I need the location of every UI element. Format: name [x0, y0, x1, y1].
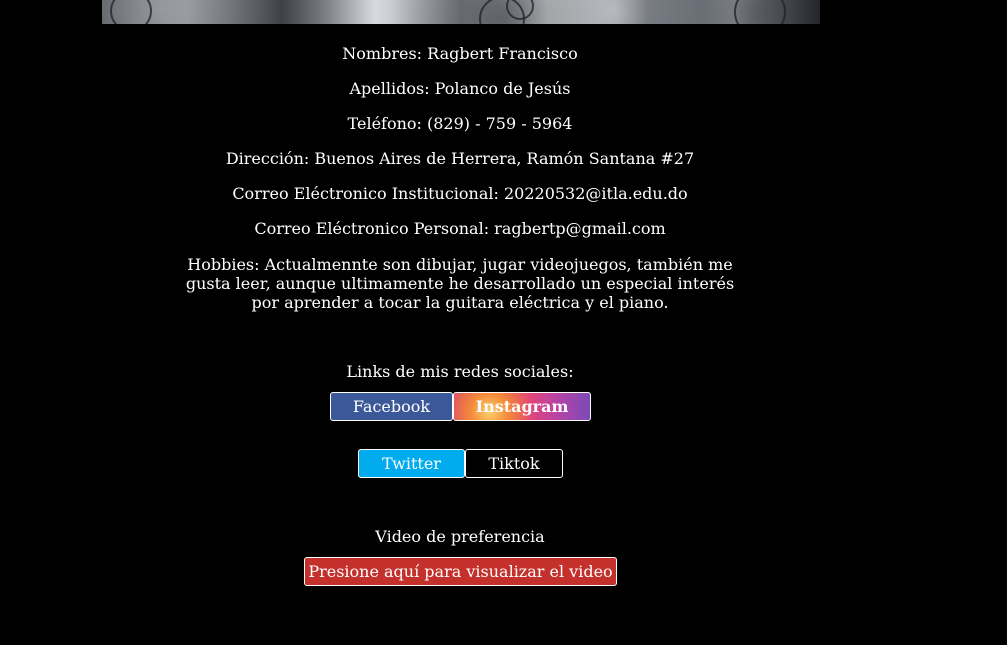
header-image-detail [110, 0, 152, 24]
facebook-button[interactable]: Facebook [330, 392, 453, 421]
tiktok-button[interactable]: Tiktok [465, 449, 563, 478]
hobbies-text: Hobbies: Actualmennte son dibujar, jugar… [185, 255, 735, 312]
video-title: Video de preferencia [375, 527, 545, 546]
nombres-text: Nombres: Ragbert Francisco [342, 44, 578, 63]
apellidos-text: Apellidos: Polanco de Jesús [349, 79, 571, 98]
header-image-shading [102, 0, 820, 24]
twitter-button[interactable]: Twitter [358, 449, 465, 478]
profile-page: Nombres: Ragbert Francisco Apellidos: Po… [0, 0, 1007, 645]
telefono-text: Teléfono: (829) - 759 - 5964 [347, 114, 573, 133]
correo-personal-text: Correo Eléctronico Personal: ragbertp@gm… [254, 219, 666, 238]
social-links-title: Links de mis redes sociales: [346, 362, 574, 381]
header-image [102, 0, 820, 24]
header-image-detail [734, 0, 786, 24]
video-button[interactable]: Presione aquí para visualizar el video [304, 557, 617, 586]
direccion-text: Dirección: Buenos Aires de Herrera, Ramó… [225, 149, 695, 168]
correo-institucional-text: Correo Eléctronico Institucional: 202205… [232, 184, 688, 203]
instagram-button[interactable]: Instagram [453, 392, 591, 421]
